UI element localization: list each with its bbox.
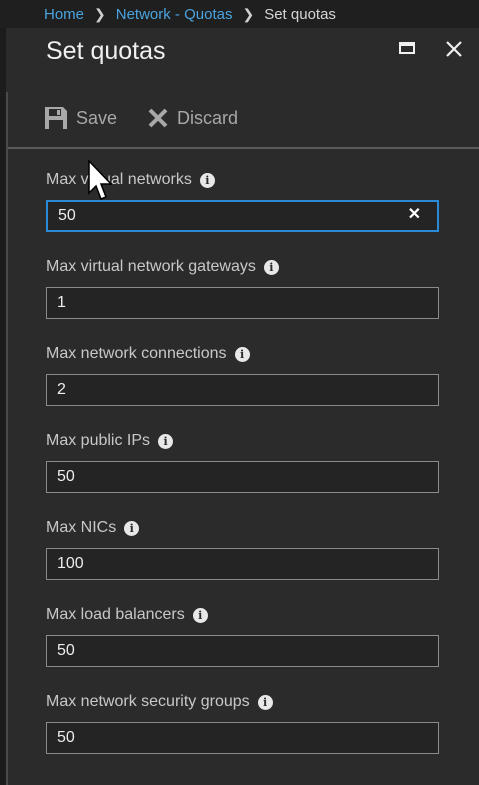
maximize-button[interactable] [398, 38, 422, 62]
panel-left-border [6, 92, 8, 785]
breadcrumb: Home ❯ Network - Quotas ❯ Set quotas [0, 0, 479, 28]
field-label: Max network connections [46, 345, 227, 362]
max-load-balancers-input[interactable] [46, 635, 439, 667]
field-max-network-security-groups: Max network security groups i [46, 692, 439, 754]
field-max-public-ips: Max public IPs i [46, 431, 439, 493]
info-icon[interactable]: i [234, 346, 250, 362]
close-button[interactable] [443, 38, 467, 62]
max-virtual-network-gateways-input[interactable] [46, 287, 439, 319]
field-max-nics: Max NICs i [46, 518, 439, 580]
field-label: Max virtual networks [46, 171, 192, 188]
chevron-right-icon: ❯ [242, 5, 255, 22]
discard-label: Discard [177, 107, 239, 128]
field-max-network-connections: Max network connections i [46, 344, 439, 406]
chevron-right-icon: ❯ [94, 5, 106, 22]
field-max-load-balancers: Max load balancers i [46, 605, 439, 667]
discard-button[interactable]: Discard [147, 106, 238, 130]
info-icon[interactable]: i [192, 607, 208, 623]
info-icon[interactable]: i [199, 172, 215, 188]
info-icon[interactable]: i [263, 259, 279, 275]
save-icon [45, 107, 67, 129]
max-network-security-groups-input[interactable] [46, 722, 439, 754]
close-icon [446, 41, 462, 57]
info-icon[interactable]: i [124, 520, 140, 536]
field-max-virtual-network-gateways: Max virtual network gateways i [46, 257, 439, 319]
clear-icon[interactable]: ✕ [408, 204, 421, 224]
info-icon[interactable]: i [158, 433, 174, 449]
field-label: Max public IPs [46, 432, 151, 449]
toolbar-divider [8, 147, 479, 149]
info-icon[interactable]: i [257, 694, 273, 710]
page-title: Set quotas [46, 37, 166, 65]
save-label: Save [76, 107, 118, 128]
breadcrumb-home-link[interactable]: Home [44, 6, 84, 23]
field-label: Max virtual network gateways [46, 258, 256, 275]
max-network-connections-input[interactable] [46, 374, 439, 406]
breadcrumb-network-quotas-link[interactable]: Network - Quotas [116, 6, 233, 23]
discard-x-icon [148, 108, 168, 128]
save-button[interactable]: Save [44, 106, 117, 130]
max-nics-input[interactable] [46, 548, 439, 580]
command-toolbar: Save Discard [44, 106, 238, 130]
field-label: Max network security groups [46, 693, 250, 710]
max-virtual-networks-input[interactable] [46, 200, 439, 232]
field-label: Max NICs [46, 519, 117, 536]
mouse-pointer-icon [88, 160, 113, 200]
maximize-icon [399, 42, 415, 54]
field-label: Max load balancers [46, 606, 185, 623]
max-public-ips-input[interactable] [46, 461, 439, 493]
breadcrumb-current: Set quotas [264, 5, 336, 23]
